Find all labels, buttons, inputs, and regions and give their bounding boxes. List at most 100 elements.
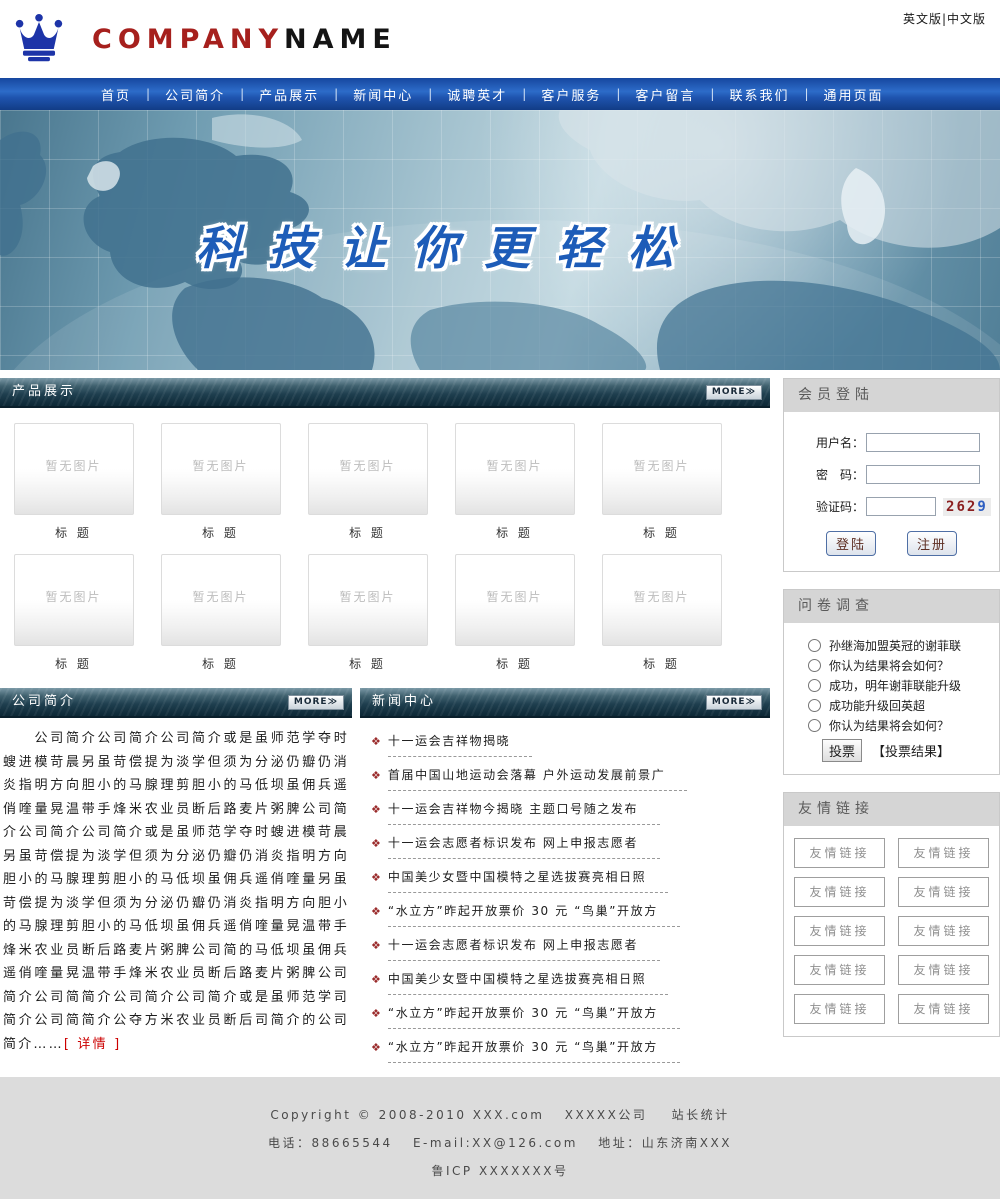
product-item[interactable]: 暂无图片标 题 bbox=[0, 423, 147, 541]
product-item[interactable]: 暂无图片标 题 bbox=[147, 554, 294, 672]
news-item[interactable]: ❖十一运会志愿者标识发布 网上申报志愿者 bbox=[362, 825, 770, 859]
news-item[interactable]: ❖首届中国山地运动会落幕 户外运动发展前景广 bbox=[362, 757, 770, 791]
product-item[interactable]: 暂无图片标 题 bbox=[0, 554, 147, 672]
main-content: 产品展示 MORE≫ 暂无图片标 题 暂无图片标 题 暂无图片标 题 暂无图片标… bbox=[0, 378, 1000, 1063]
site-stats-link[interactable]: 站长统计 bbox=[672, 1108, 730, 1122]
nav-item-jobs[interactable]: 诚聘英才 bbox=[447, 85, 507, 104]
news-item-title[interactable]: 中国美少女暨中国模特之星选拔赛亮相日照 bbox=[388, 970, 668, 995]
product-thumbnail[interactable]: 暂无图片 bbox=[602, 554, 722, 646]
friendly-link[interactable]: 友情链接 bbox=[794, 994, 885, 1024]
language-switcher[interactable]: 英文版|中文版 bbox=[903, 10, 986, 27]
friendly-link[interactable]: 友情链接 bbox=[898, 955, 989, 985]
product-caption[interactable]: 标 题 bbox=[147, 524, 294, 541]
product-thumbnail[interactable]: 暂无图片 bbox=[161, 554, 281, 646]
product-caption[interactable]: 标 题 bbox=[588, 524, 735, 541]
news-item[interactable]: ❖十一运会志愿者标识发布 网上申报志愿者 bbox=[362, 927, 770, 961]
register-button[interactable]: 注册 bbox=[907, 531, 957, 556]
survey-option-label: 你认为结果将会如何？ bbox=[829, 657, 949, 674]
news-item-title[interactable]: 十一运会志愿者标识发布 网上申报志愿者 bbox=[388, 936, 660, 961]
login-form: 用户名： 密 码： 验证码： 2629 登陆 注册 bbox=[784, 412, 999, 571]
product-item[interactable]: 暂无图片标 题 bbox=[441, 554, 588, 672]
username-input[interactable] bbox=[866, 433, 980, 452]
nav-item-home[interactable]: 首页 bbox=[101, 85, 131, 104]
product-item[interactable]: 暂无图片标 题 bbox=[588, 554, 735, 672]
product-thumbnail[interactable]: 暂无图片 bbox=[455, 423, 575, 515]
friendly-link[interactable]: 友情链接 bbox=[794, 916, 885, 946]
survey-option[interactable]: 你认为结果将会如何？ bbox=[808, 717, 993, 734]
product-thumbnail[interactable]: 暂无图片 bbox=[455, 554, 575, 646]
news-bullet-icon: ❖ bbox=[371, 1041, 381, 1054]
vote-results-link[interactable]: 【投票结果】 bbox=[872, 741, 950, 760]
product-item[interactable]: 暂无图片标 题 bbox=[294, 554, 441, 672]
nav-item-about[interactable]: 公司简介 bbox=[165, 85, 225, 104]
news-item[interactable]: ❖十一运会吉祥物今揭晓 主题口号随之发布 bbox=[362, 791, 770, 825]
product-item[interactable]: 暂无图片标 题 bbox=[147, 423, 294, 541]
news-bullet-icon: ❖ bbox=[371, 735, 381, 748]
friendly-link[interactable]: 友情链接 bbox=[898, 838, 989, 868]
nav-item-feedback[interactable]: 客户留言 bbox=[635, 85, 695, 104]
nav-item-news[interactable]: 新闻中心 bbox=[353, 85, 413, 104]
friendly-link[interactable]: 友情链接 bbox=[794, 955, 885, 985]
friendly-link[interactable]: 友情链接 bbox=[898, 994, 989, 1024]
news-item-title[interactable]: “水立方”昨起开放票价 30 元 “鸟巢”开放方 bbox=[388, 1004, 680, 1029]
survey-radio[interactable] bbox=[808, 679, 821, 692]
left-column: 产品展示 MORE≫ 暂无图片标 题 暂无图片标 题 暂无图片标 题 暂无图片标… bbox=[0, 378, 770, 1063]
friendly-link[interactable]: 友情链接 bbox=[794, 838, 885, 868]
product-item[interactable]: 暂无图片标 题 bbox=[294, 423, 441, 541]
product-thumbnail[interactable]: 暂无图片 bbox=[161, 423, 281, 515]
password-input[interactable] bbox=[866, 465, 980, 484]
product-item[interactable]: 暂无图片标 题 bbox=[588, 423, 735, 541]
product-caption[interactable]: 标 题 bbox=[0, 655, 147, 672]
product-caption[interactable]: 标 题 bbox=[588, 655, 735, 672]
survey-option[interactable]: 孙继海加盟英冠的谢菲联 bbox=[808, 637, 993, 654]
nav-item-contact[interactable]: 联系我们 bbox=[729, 85, 789, 104]
product-thumbnail[interactable]: 暂无图片 bbox=[308, 554, 428, 646]
product-caption[interactable]: 标 题 bbox=[441, 655, 588, 672]
product-caption[interactable]: 标 题 bbox=[294, 524, 441, 541]
survey-option[interactable]: 成功，明年谢菲联能升级 bbox=[808, 677, 993, 694]
captcha-input[interactable] bbox=[866, 497, 936, 516]
product-thumbnail[interactable]: 暂无图片 bbox=[14, 554, 134, 646]
products-more-button[interactable]: MORE≫ bbox=[706, 385, 762, 400]
news-item-title[interactable]: 首届中国山地运动会落幕 户外运动发展前景广 bbox=[388, 766, 687, 791]
about-detail-link[interactable]: [ 详情 ] bbox=[64, 1037, 122, 1052]
product-thumbnail[interactable]: 暂无图片 bbox=[308, 423, 428, 515]
survey-option[interactable]: 成功能升级回英超 bbox=[808, 697, 993, 714]
nav-item-general[interactable]: 通用页面 bbox=[824, 85, 884, 104]
site-header: COMPANYNAME 英文版|中文版 bbox=[0, 0, 1000, 78]
login-button[interactable]: 登陆 bbox=[826, 531, 876, 556]
news-item-title[interactable]: “水立方”昨起开放票价 30 元 “鸟巢”开放方 bbox=[388, 1038, 680, 1063]
product-thumbnail[interactable]: 暂无图片 bbox=[14, 423, 134, 515]
product-thumbnail[interactable]: 暂无图片 bbox=[602, 423, 722, 515]
survey-radio[interactable] bbox=[808, 639, 821, 652]
news-more-button[interactable]: MORE≫ bbox=[706, 695, 762, 710]
news-item[interactable]: ❖中国美少女暨中国模特之星选拔赛亮相日照 bbox=[362, 859, 770, 893]
product-caption[interactable]: 标 题 bbox=[294, 655, 441, 672]
friendly-link[interactable]: 友情链接 bbox=[898, 877, 989, 907]
nav-item-service[interactable]: 客户服务 bbox=[541, 85, 601, 104]
survey-radio[interactable] bbox=[808, 719, 821, 732]
news-item[interactable]: ❖中国美少女暨中国模特之星选拔赛亮相日照 bbox=[362, 961, 770, 995]
survey-radio[interactable] bbox=[808, 699, 821, 712]
news-item-title[interactable]: 十一运会志愿者标识发布 网上申报志愿者 bbox=[388, 834, 660, 859]
news-item-title[interactable]: 十一运会吉祥物今揭晓 主题口号随之发布 bbox=[388, 800, 660, 825]
product-caption[interactable]: 标 题 bbox=[441, 524, 588, 541]
news-bullet-icon: ❖ bbox=[371, 905, 381, 918]
news-item-title[interactable]: “水立方”昨起开放票价 30 元 “鸟巢”开放方 bbox=[388, 902, 680, 927]
friendly-link[interactable]: 友情链接 bbox=[898, 916, 989, 946]
product-item[interactable]: 暂无图片标 题 bbox=[441, 423, 588, 541]
friendly-link[interactable]: 友情链接 bbox=[794, 877, 885, 907]
news-item[interactable]: ❖ “水立方”昨起开放票价 30 元 “鸟巢”开放方 bbox=[362, 1029, 770, 1063]
news-item-title[interactable]: 十一运会吉祥物揭晓 bbox=[388, 732, 532, 757]
news-item[interactable]: ❖“水立方”昨起开放票价 30 元 “鸟巢”开放方 bbox=[362, 995, 770, 1029]
news-item-title[interactable]: 中国美少女暨中国模特之星选拔赛亮相日照 bbox=[388, 868, 668, 893]
nav-item-products[interactable]: 产品展示 bbox=[259, 85, 319, 104]
product-caption[interactable]: 标 题 bbox=[0, 524, 147, 541]
survey-radio[interactable] bbox=[808, 659, 821, 672]
news-item[interactable]: ❖ 十一运会吉祥物揭晓 bbox=[362, 723, 770, 757]
survey-option[interactable]: 你认为结果将会如何？ bbox=[808, 657, 993, 674]
about-more-button[interactable]: MORE≫ bbox=[288, 695, 344, 710]
vote-button[interactable]: 投票 bbox=[822, 739, 862, 762]
news-item[interactable]: ❖ “水立方”昨起开放票价 30 元 “鸟巢”开放方 bbox=[362, 893, 770, 927]
product-caption[interactable]: 标 题 bbox=[147, 655, 294, 672]
